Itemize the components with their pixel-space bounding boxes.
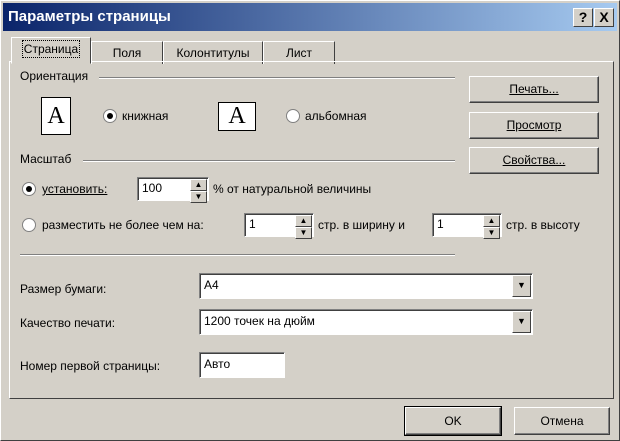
close-button[interactable]: X bbox=[594, 8, 614, 27]
spin-up-icon[interactable]: ▲ bbox=[483, 215, 500, 227]
first-page-value: Авто bbox=[204, 357, 231, 371]
scale-percent-value: 100 bbox=[142, 181, 163, 195]
scale-set-label[interactable]: установить: bbox=[42, 182, 107, 196]
help-button[interactable]: ? bbox=[573, 8, 593, 27]
spin-down-icon[interactable]: ▼ bbox=[483, 227, 500, 239]
landscape-page-icon: A bbox=[218, 102, 256, 131]
portrait-label[interactable]: книжная bbox=[122, 109, 168, 123]
scale-fit-radio[interactable] bbox=[22, 218, 36, 232]
first-page-input[interactable]: Авто bbox=[199, 352, 285, 378]
fit-width-value: 1 bbox=[249, 217, 256, 231]
chevron-down-icon[interactable]: ▼ bbox=[512, 311, 531, 333]
fit-width-spinner[interactable]: 1 ▲ ▼ bbox=[244, 213, 314, 239]
scale-group-label: Масштаб bbox=[20, 152, 72, 166]
landscape-radio[interactable] bbox=[286, 109, 300, 123]
orientation-divider bbox=[99, 77, 455, 79]
scale-fit-label[interactable]: разместить не более чем на: bbox=[42, 218, 204, 232]
print-button[interactable]: Печать... bbox=[469, 76, 599, 103]
preview-button[interactable]: Просмотр bbox=[469, 112, 599, 139]
print-quality-value: 1200 точек на дюйм bbox=[204, 314, 315, 328]
orientation-group-label: Ориентация bbox=[20, 69, 89, 83]
spin-buttons[interactable]: ▲ ▼ bbox=[295, 215, 312, 239]
page-setup-dialog: Параметры страницы ? X Страница Поля Кол… bbox=[0, 0, 620, 441]
paper-size-value: A4 bbox=[204, 278, 219, 292]
portrait-page-icon: A bbox=[41, 97, 71, 135]
fit-width-suffix: стр. в ширину и bbox=[318, 218, 405, 232]
print-button-label: Печать... bbox=[509, 82, 559, 96]
radio-dot bbox=[26, 186, 32, 192]
cancel-button[interactable]: Отмена bbox=[514, 407, 610, 435]
print-quality-label: Качество печати: bbox=[20, 316, 116, 330]
fit-height-value: 1 bbox=[437, 217, 444, 231]
landscape-label[interactable]: альбомная bbox=[305, 109, 367, 123]
radio-dot bbox=[107, 113, 113, 119]
tab-page[interactable]: Страница bbox=[11, 37, 91, 64]
section-divider bbox=[20, 254, 455, 256]
paper-size-label: Размер бумаги: bbox=[20, 282, 107, 296]
window-title: Параметры страницы bbox=[8, 8, 171, 25]
spin-buttons[interactable]: ▲ ▼ bbox=[483, 215, 500, 239]
properties-button-label: Свойства... bbox=[502, 153, 566, 167]
preview-button-label: Просмотр bbox=[506, 118, 562, 132]
tab-page-label: Страница bbox=[21, 40, 81, 58]
scale-percent-spinner[interactable]: 100 ▲ ▼ bbox=[137, 177, 209, 203]
spin-up-icon[interactable]: ▲ bbox=[295, 215, 312, 227]
spin-down-icon[interactable]: ▼ bbox=[295, 227, 312, 239]
spin-down-icon[interactable]: ▼ bbox=[190, 191, 207, 203]
scale-percent-suffix: % от натуральной величины bbox=[213, 182, 372, 196]
first-page-label: Номер первой страницы: bbox=[20, 359, 161, 373]
ok-button[interactable]: OK bbox=[404, 406, 502, 436]
fit-height-suffix: стр. в высоту bbox=[506, 218, 580, 232]
scale-divider bbox=[83, 160, 455, 162]
properties-button[interactable]: Свойства... bbox=[469, 147, 599, 174]
paper-size-select[interactable]: A4 ▼ bbox=[199, 273, 533, 299]
chevron-down-icon[interactable]: ▼ bbox=[512, 275, 531, 297]
title-bar[interactable]: Параметры страницы ? X bbox=[3, 3, 617, 31]
portrait-radio[interactable] bbox=[103, 109, 117, 123]
print-quality-select[interactable]: 1200 точек на дюйм ▼ bbox=[199, 309, 533, 335]
fit-height-spinner[interactable]: 1 ▲ ▼ bbox=[432, 213, 502, 239]
spin-buttons[interactable]: ▲ ▼ bbox=[190, 179, 207, 203]
spin-up-icon[interactable]: ▲ bbox=[190, 179, 207, 191]
scale-set-radio[interactable] bbox=[22, 182, 36, 196]
